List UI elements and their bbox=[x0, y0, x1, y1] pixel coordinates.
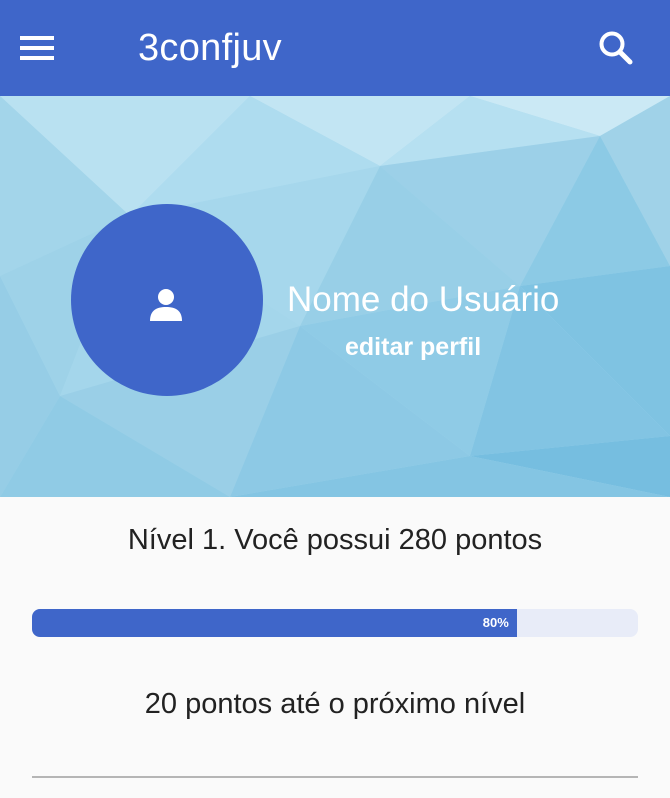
app-title: 3confjuv bbox=[138, 27, 282, 69]
edit-profile-link[interactable]: editar perfil bbox=[345, 332, 481, 362]
app-root: 3confjuv Nome do Usuário editar perfil N… bbox=[0, 0, 670, 798]
progress-percent-label: 80% bbox=[482, 615, 509, 630]
hamburger-menu-icon bbox=[20, 36, 54, 60]
level-progress-fill: 80% bbox=[32, 609, 517, 637]
top-app-bar: 3confjuv bbox=[0, 0, 670, 96]
divider bbox=[32, 776, 638, 778]
search-button[interactable] bbox=[594, 26, 638, 70]
user-name: Nome do Usuário bbox=[287, 280, 560, 319]
avatar[interactable] bbox=[71, 204, 263, 396]
level-progress-bar: 80% bbox=[32, 609, 638, 637]
person-icon bbox=[150, 289, 182, 321]
search-icon bbox=[599, 31, 633, 65]
profile-header: Nome do Usuário editar perfil bbox=[0, 96, 670, 497]
level-summary: Nível 1. Você possui 280 pontos bbox=[127, 524, 543, 556]
points-to-next-level: 20 pontos até o próximo nível bbox=[144, 688, 526, 720]
menu-button[interactable] bbox=[20, 28, 88, 68]
